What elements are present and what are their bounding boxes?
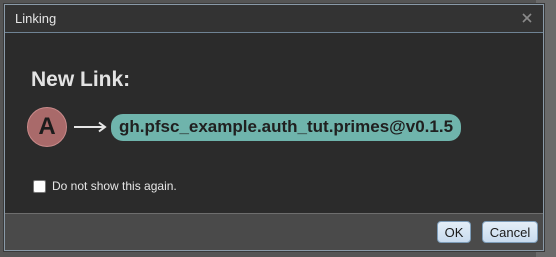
dialog-content: New Link: A gh.pfsc_example.auth_tut.pri… xyxy=(5,34,543,214)
linking-dialog: Linking New Link: A gh.pfsc_example.auth… xyxy=(4,4,544,251)
dialog-footer: OK Cancel xyxy=(5,213,543,250)
cancel-button[interactable]: Cancel xyxy=(482,221,538,243)
link-row: A gh.pfsc_example.auth_tut.primes@v0.1.5 xyxy=(27,107,462,147)
link-target: gh.pfsc_example.auth_tut.primes@v0.1.5 xyxy=(111,113,462,141)
do-not-show-label[interactable]: Do not show this again. xyxy=(52,179,177,193)
dialog-titlebar[interactable]: Linking xyxy=(5,5,543,33)
source-avatar: A xyxy=(27,107,67,147)
long-right-arrow-icon xyxy=(74,117,108,137)
ok-button[interactable]: OK xyxy=(437,221,471,243)
close-icon[interactable] xyxy=(521,12,533,25)
do-not-show-checkbox[interactable] xyxy=(33,179,46,193)
page: Linking New Link: A gh.pfsc_example.auth… xyxy=(0,0,556,257)
close-icon-glyph xyxy=(522,12,532,23)
dialog-title: Linking xyxy=(15,11,57,26)
do-not-show-row: Do not show this again. xyxy=(33,179,177,193)
dialog-heading: New Link: xyxy=(31,68,131,91)
